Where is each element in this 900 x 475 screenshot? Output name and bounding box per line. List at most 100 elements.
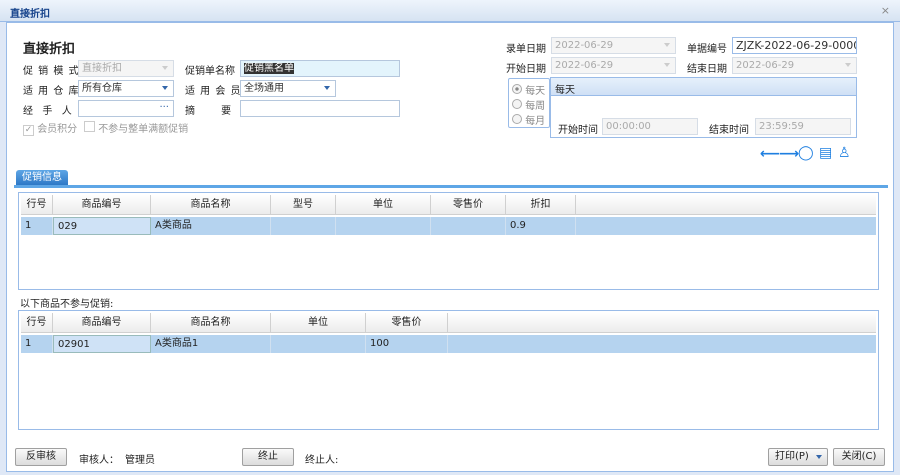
col-header[interactable]: 行号: [21, 313, 53, 333]
warehouse-label: 适 用 仓 库: [23, 86, 80, 97]
cell: 0.9: [506, 217, 576, 235]
cell: [271, 217, 336, 235]
chevron-down-icon: [664, 43, 670, 47]
handler-input[interactable]: ···: [78, 100, 174, 117]
end-time-label: 结束时间: [709, 125, 749, 136]
doc-no-value: ZJZK-2022-06-29-00001: [736, 39, 857, 52]
checkbox-box: [84, 121, 95, 132]
promo-mode-value: 直接折扣: [82, 63, 122, 74]
ellipsis-button[interactable]: ···: [159, 101, 169, 114]
check-icon: ✓: [23, 125, 34, 136]
table-header: 行号 商品编号 商品名称 型号 单位 零售价 折扣: [21, 195, 876, 215]
col-header[interactable]: 单位: [336, 195, 431, 215]
col-header[interactable]: 折扣: [506, 195, 576, 215]
radio-icon: [512, 99, 522, 109]
search-icon[interactable]: ◯: [798, 145, 814, 161]
chevron-down-icon: [162, 86, 168, 90]
terminate-button[interactable]: 终止: [242, 448, 294, 466]
table-row[interactable]: 1 02901 A类商品1 100: [21, 335, 876, 353]
doc-no-input[interactable]: ZJZK-2022-06-29-00001: [732, 37, 857, 54]
member-label: 适 用 会 员: [185, 86, 242, 97]
period-radio-group: 每天 每周 每月: [508, 78, 550, 128]
cell: 1: [21, 335, 53, 353]
tab-strip: [14, 185, 888, 188]
print-button[interactable]: 打印(P): [768, 448, 828, 466]
arrow-left-icon[interactable]: ⟵: [760, 146, 780, 162]
unaudit-button[interactable]: 反审核: [15, 448, 67, 466]
tab-promo-info[interactable]: 促销信息: [16, 170, 68, 186]
col-header[interactable]: 商品编号: [53, 313, 151, 333]
window-title: 直接折扣: [10, 9, 50, 20]
chevron-down-icon: [816, 455, 822, 459]
end-date-value: 2022-06-29: [736, 60, 795, 71]
warehouse-value: 所有仓库: [82, 83, 122, 94]
radio-label: 每周: [525, 101, 546, 112]
chevron-down-icon: [664, 63, 670, 67]
terminator-label: 终止人:: [305, 455, 339, 466]
end-date-input[interactable]: 2022-06-29: [732, 57, 857, 74]
cell[interactable]: 029: [53, 217, 151, 235]
col-header[interactable]: 零售价: [431, 195, 506, 215]
cell: 100: [366, 335, 448, 353]
promo-mode-label: 促 销 模 式: [23, 66, 80, 77]
radio-weekly[interactable]: 每周: [512, 97, 545, 112]
entry-date-label: 录单日期: [506, 44, 546, 55]
warehouse-select[interactable]: 所有仓库: [78, 80, 174, 97]
cell: A类商品: [151, 217, 271, 235]
auditor-value: 管理员: [125, 455, 155, 466]
user-icon[interactable]: ♙: [838, 145, 851, 161]
radio-monthly[interactable]: 每月: [512, 112, 545, 127]
table-row[interactable]: 1 029 A类商品 0.9: [21, 217, 876, 235]
save-icon[interactable]: ▤: [819, 145, 832, 161]
entry-date-input[interactable]: 2022-06-29: [551, 37, 676, 54]
end-time-input[interactable]: 23:59:59: [755, 118, 851, 135]
col-header[interactable]: 零售价: [366, 313, 448, 333]
chevron-down-icon: [324, 86, 330, 90]
col-header[interactable]: 商品编号: [53, 195, 151, 215]
start-time-value: 00:00:00: [606, 121, 651, 132]
close-button[interactable]: 关闭(C): [833, 448, 885, 466]
print-label: 打印(P): [775, 451, 809, 462]
no-join-checkbox[interactable]: 不参与整单满额促销: [84, 120, 188, 135]
col-header[interactable]: 型号: [271, 195, 336, 215]
title-bar: 直接折扣 ×: [0, 0, 900, 22]
summary-label: 摘 要: [185, 106, 233, 117]
cell: [431, 217, 506, 235]
promo-table: 行号 商品编号 商品名称 型号 单位 零售价 折扣 1 029 A类商品 0.9: [18, 192, 879, 290]
summary-input[interactable]: [240, 100, 400, 117]
cell: A类商品1: [151, 335, 271, 353]
promo-mode-select[interactable]: 直接折扣: [78, 60, 174, 77]
col-header[interactable]: 单位: [271, 313, 366, 333]
close-icon[interactable]: ×: [881, 4, 890, 17]
col-header[interactable]: 行号: [21, 195, 53, 215]
cell[interactable]: 02901: [53, 335, 151, 353]
period-panel: 每天 开始时间 00:00:00 结束时间 23:59:59: [550, 77, 857, 138]
radio-daily[interactable]: 每天: [512, 82, 545, 97]
arrow-right-icon[interactable]: ⟶: [779, 146, 799, 162]
start-date-label: 开始日期: [506, 64, 546, 75]
chevron-down-icon: [162, 66, 168, 70]
col-header[interactable]: 商品名称: [151, 195, 271, 215]
table-header: 行号 商品编号 商品名称 单位 零售价: [21, 313, 876, 333]
col-header[interactable]: 商品名称: [151, 313, 271, 333]
points-label: 会员积分: [37, 124, 78, 135]
radio-label: 每天: [525, 86, 546, 97]
start-time-input[interactable]: 00:00:00: [602, 118, 698, 135]
member-value: 全场通用: [244, 83, 284, 94]
start-date-input[interactable]: 2022-06-29: [551, 57, 676, 74]
auditor-label: 审核人：: [79, 455, 119, 466]
promo-name-input[interactable]: 促销黑名单: [240, 60, 400, 77]
no-join-label: 不参与整单满额促销: [98, 124, 189, 135]
period-panel-title: 每天: [551, 78, 856, 96]
excluded-table: 行号 商品编号 商品名称 单位 零售价 1 02901 A类商品1 100: [18, 310, 879, 430]
end-date-label: 结束日期: [687, 64, 727, 75]
start-time-label: 开始时间: [558, 125, 598, 136]
radio-icon: [512, 114, 522, 124]
doc-no-label: 单据编号: [687, 44, 727, 55]
cell: 1: [21, 217, 53, 235]
cell: [271, 335, 366, 353]
excluded-label: 以下商品不参与促销:: [20, 299, 114, 310]
points-checkbox[interactable]: ✓ 会员积分: [23, 120, 77, 136]
handler-label: 经 手 人: [23, 106, 73, 117]
member-select[interactable]: 全场通用: [240, 80, 336, 97]
